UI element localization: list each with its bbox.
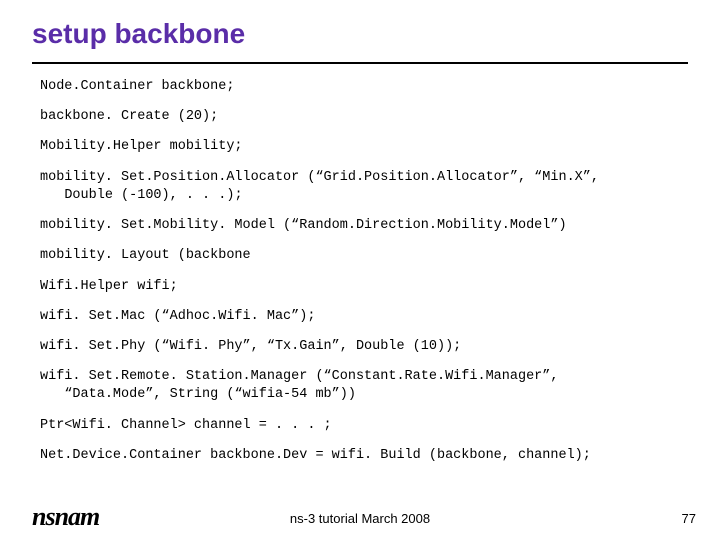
code-line: Net.Device.Container backbone.Dev = wifi… [40, 447, 688, 465]
title-rule [32, 62, 688, 64]
code-line: mobility. Set.Mobility. Model (“Random.D… [40, 217, 688, 235]
code-line: Ptr<Wifi. Channel> channel = . . . ; [40, 417, 688, 435]
slide: setup backbone Node.Container backbone; … [0, 0, 720, 540]
code-block: Node.Container backbone; backbone. Creat… [40, 78, 688, 477]
code-line: backbone. Create (20); [40, 108, 688, 126]
code-line: mobility. Set.Position.Allocator (“Grid.… [40, 169, 688, 205]
code-line: Wifi.Helper wifi; [40, 278, 688, 296]
code-line: mobility. Layout (backbone [40, 247, 688, 265]
slide-title: setup backbone [32, 18, 245, 50]
code-line: Mobility.Helper mobility; [40, 138, 688, 156]
code-line: wifi. Set.Remote. Station.Manager (“Cons… [40, 368, 688, 404]
code-line: wifi. Set.Phy (“Wifi. Phy”, “Tx.Gain”, D… [40, 338, 688, 356]
code-line: Node.Container backbone; [40, 78, 688, 96]
footer-text: ns-3 tutorial March 2008 [0, 511, 720, 526]
page-number: 77 [682, 511, 696, 526]
code-line: wifi. Set.Mac (“Adhoc.Wifi. Mac”); [40, 308, 688, 326]
